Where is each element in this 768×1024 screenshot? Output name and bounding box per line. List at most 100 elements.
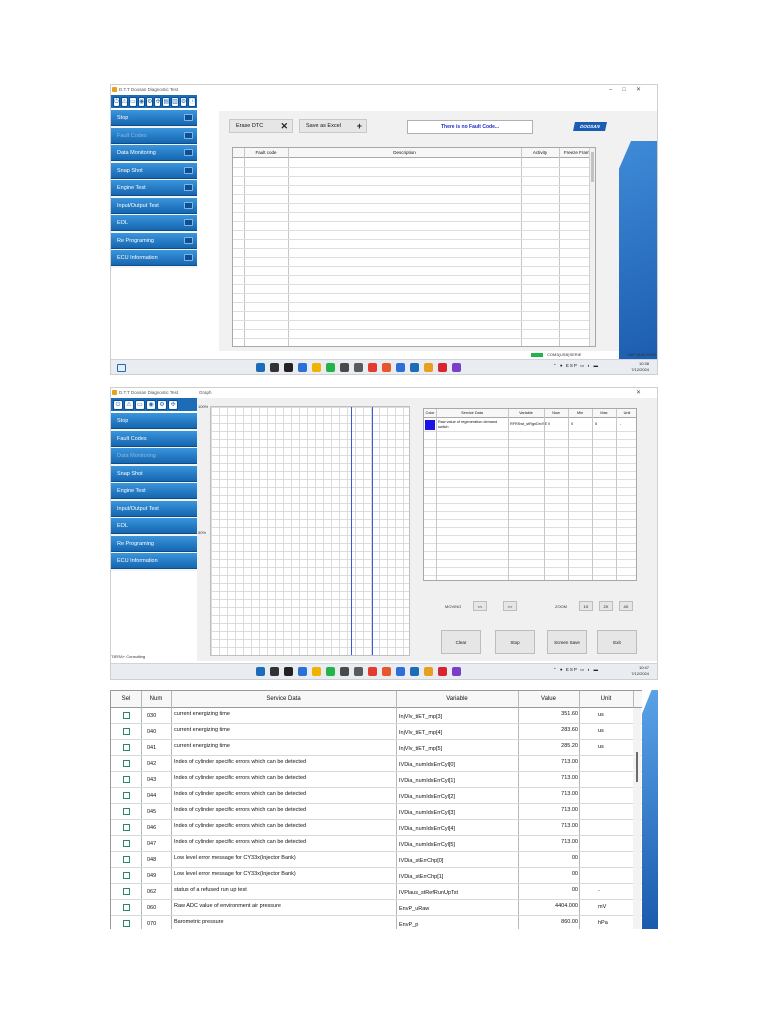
taskbar-app-icon[interactable]	[298, 363, 307, 372]
row-select-checkbox[interactable]	[123, 712, 130, 719]
sidebar-item-fault-codes[interactable]: Fault Codes	[111, 430, 197, 447]
window-controls[interactable]: –□✕	[609, 85, 651, 95]
info-icon[interactable]: ⓘ	[188, 97, 197, 107]
sidebar-item-engine-test[interactable]: Engine Test	[111, 483, 197, 499]
taskbar-app-icon[interactable]	[284, 363, 293, 372]
monitor-icon[interactable]: ▭	[135, 400, 145, 410]
taskbar-app-icon[interactable]	[284, 667, 293, 676]
clear-button[interactable]: Clear	[441, 630, 481, 654]
table-row[interactable]: 041 current energizing time InjVlv_tiET_mp…	[111, 740, 642, 756]
sidebar-item-data-monitoring[interactable]: Data Monitoring	[111, 145, 197, 161]
table-row[interactable]: 060 Raw ADC value of environment air pres…	[111, 900, 642, 916]
row-select-checkbox[interactable]	[123, 904, 130, 911]
row-select-checkbox[interactable]	[123, 840, 130, 847]
row-select-checkbox[interactable]	[123, 760, 130, 767]
scrollbar-thumb[interactable]	[591, 152, 594, 182]
taskbar-app-icon[interactable]	[410, 667, 419, 676]
taskbar-app-icon[interactable]	[368, 363, 377, 372]
table-row[interactable]: 044 Index of cylinder specific errors whi…	[111, 788, 642, 804]
sidebar-item-ecu-information[interactable]: ECU Information	[111, 250, 197, 266]
camera-icon[interactable]: ◉	[137, 97, 146, 107]
monitor-icon[interactable]: ▭	[129, 97, 137, 107]
service-row[interactable]: Raw value of regeneration demand switch …	[424, 419, 636, 430]
taskbar-app-icon[interactable]	[326, 667, 335, 676]
table-row[interactable]: 040 current energizing time InjVlv_tiET_mp…	[111, 724, 642, 740]
exit-button[interactable]: Exit	[597, 630, 637, 654]
clock[interactable]: 10:47 7/12/2024	[631, 665, 649, 677]
taskbar-app-icon[interactable]	[396, 667, 405, 676]
power-icon[interactable]: ⏻	[113, 400, 123, 410]
sidebar-item-fault-codes[interactable]: Fault Codes	[111, 127, 197, 144]
taskbar-app-icon[interactable]	[256, 667, 265, 676]
table-row[interactable]: 046 Index of cylinder specific errors whi…	[111, 820, 642, 836]
zoom-1x-button[interactable]: 1X	[579, 601, 593, 611]
sidebar-item-stop[interactable]: Stop	[111, 413, 197, 429]
row-select-checkbox[interactable]	[123, 728, 130, 735]
io-icon[interactable]: ✣	[154, 97, 162, 107]
sidebar-item-ecu-information[interactable]: ECU Information	[111, 553, 197, 569]
power-icon[interactable]: ⏻	[113, 97, 120, 107]
taskbar-app-icon[interactable]	[424, 363, 433, 372]
table-row[interactable]: 042 Index of cylinder specific errors whi…	[111, 756, 642, 772]
row-select-checkbox[interactable]	[123, 744, 130, 751]
taskbar-app-icon[interactable]	[382, 363, 391, 372]
io-icon[interactable]: ✣	[168, 400, 178, 410]
stop-button[interactable]: Stop	[495, 630, 535, 654]
taskbar-app-icon[interactable]	[410, 363, 419, 372]
taskbar-app-icon[interactable]	[368, 667, 377, 676]
screen-save-button[interactable]: Screen Save	[547, 630, 587, 654]
row-select-checkbox[interactable]	[123, 824, 130, 831]
taskbar-app-icon[interactable]	[340, 363, 349, 372]
row-select-checkbox[interactable]	[123, 792, 130, 799]
taskbar-app-icon[interactable]	[396, 363, 405, 372]
taskbar-app-icon[interactable]	[424, 667, 433, 676]
table-row[interactable]: 049 Low level error message for CY33x(Inj…	[111, 868, 642, 884]
taskbar-app-icon[interactable]	[452, 667, 461, 676]
taskbar-app-icon[interactable]	[452, 363, 461, 372]
taskbar-app-icon[interactable]	[438, 667, 447, 676]
taskbar-app-icon[interactable]	[270, 667, 279, 676]
tray-icons[interactable]: ⌃ ● ESP ▭ ◐ ▬	[553, 667, 599, 673]
widgets-icon[interactable]	[117, 364, 126, 372]
taskbar-app-icon[interactable]	[354, 363, 363, 372]
taskbar-app-icon[interactable]	[298, 667, 307, 676]
row-select-checkbox[interactable]	[123, 856, 130, 863]
sidebar-item-data-monitoring[interactable]: Data Monitoring	[111, 448, 197, 464]
taskbar-app-icon[interactable]	[326, 363, 335, 372]
sidebar-item-snap-shot[interactable]: Snap Shot	[111, 465, 197, 482]
taskbar-app-icon[interactable]	[312, 667, 321, 676]
move-left-button[interactable]: <<	[473, 601, 487, 611]
taskbar-app-icon[interactable]	[382, 667, 391, 676]
table-row[interactable]: 045 Index of cylinder specific errors whi…	[111, 804, 642, 820]
sidebar-item-re-programing[interactable]: Re Programing	[111, 232, 197, 249]
scrollbar-thumb[interactable]	[636, 752, 638, 782]
engine-icon[interactable]: ⚙	[146, 97, 154, 107]
warning-icon[interactable]: ⚠	[124, 400, 134, 410]
row-select-checkbox[interactable]	[123, 776, 130, 783]
table-row[interactable]: 047 Index of cylinder specific errors whi…	[111, 836, 642, 852]
taskbar-app-icon[interactable]	[256, 363, 265, 372]
zoom-2x-button[interactable]: 2X	[599, 601, 613, 611]
save-as-excel-button[interactable]: Save as Excel +	[299, 119, 367, 133]
cursor-marker[interactable]	[351, 407, 373, 655]
vertical-scrollbar[interactable]	[589, 148, 595, 346]
sidebar-item-input-output-test[interactable]: Input/Output Test	[111, 500, 197, 517]
taskbar-app-icon[interactable]	[270, 363, 279, 372]
program-icon[interactable]: ▥	[171, 97, 179, 107]
tray-icons[interactable]: ⌃ ● ESP ▭ ◐ ▬	[553, 363, 599, 369]
row-select-checkbox[interactable]	[123, 808, 130, 815]
graph-grid[interactable]	[210, 406, 410, 656]
table-row[interactable]: 043 Index of cylinder specific errors whi…	[111, 772, 642, 788]
engine-icon[interactable]: ⚙	[157, 400, 167, 410]
vertical-scrollbar[interactable]	[633, 708, 641, 929]
sidebar-item-eol[interactable]: EOL	[111, 215, 197, 231]
taskbar-app-icon[interactable]	[340, 667, 349, 676]
close-window-button[interactable]: ✕	[636, 388, 651, 398]
eol-icon[interactable]: ▤	[162, 97, 171, 107]
sidebar-item-engine-test[interactable]: Engine Test	[111, 180, 197, 196]
move-right-button[interactable]: >>	[503, 601, 517, 611]
erase-dtc-button[interactable]: Erase DTC ✕	[229, 119, 293, 133]
taskbar-app-icon[interactable]	[438, 363, 447, 372]
table-row[interactable]: 030 current energizing time InjVlv_tiET_mp…	[111, 708, 642, 724]
sidebar-item-input-output-test[interactable]: Input/Output Test	[111, 197, 197, 214]
